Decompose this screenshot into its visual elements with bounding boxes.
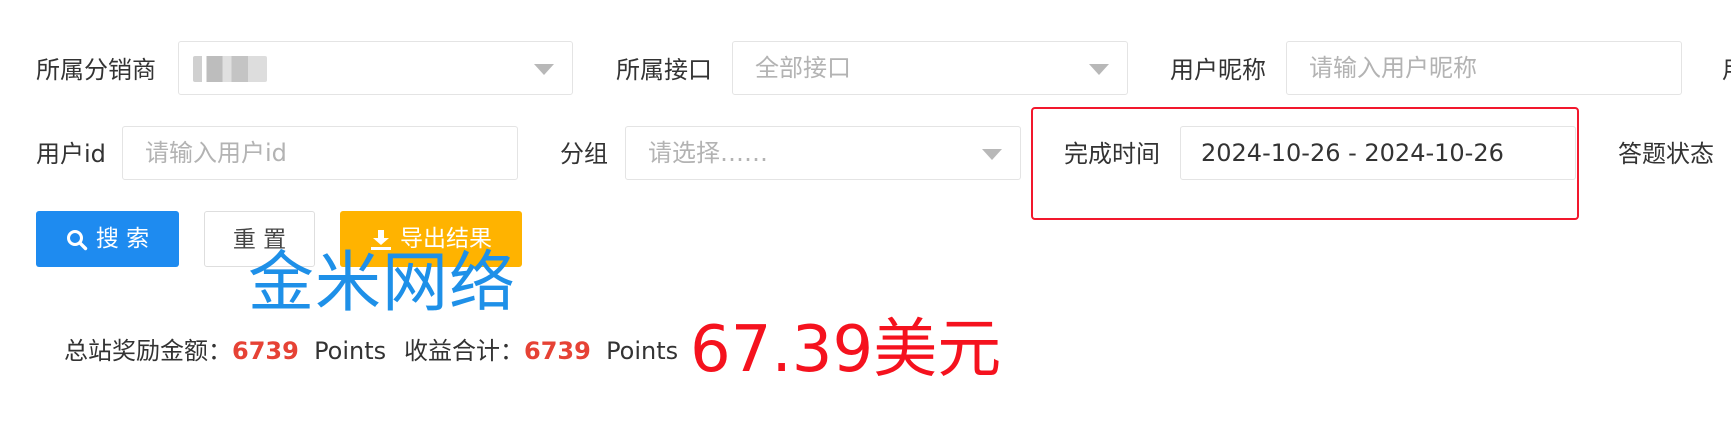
finish-time-range-input[interactable]: 2024-10-26 - 2024-10-26: [1180, 126, 1576, 180]
nickname-placeholder: 请输入用户昵称: [1309, 54, 1477, 82]
group-select[interactable]: 请选择……: [625, 126, 1021, 180]
interface-select-value: 全部接口: [755, 54, 851, 82]
chevron-down-icon: [982, 149, 1002, 160]
total-reward-value: 6739: [232, 337, 299, 365]
total-reward-unit: Points: [314, 337, 387, 365]
group-label: 分组: [560, 140, 608, 168]
chevron-down-icon: [1089, 64, 1109, 75]
blurred-value: [193, 56, 267, 82]
watermark-text: 金米网络: [248, 244, 516, 321]
user-id-placeholder: 请输入用户id: [145, 139, 287, 167]
answer-status-label: 答题状态: [1618, 140, 1714, 168]
search-button[interactable]: 搜 索: [36, 211, 179, 267]
finish-time-label: 完成时间: [1064, 140, 1160, 168]
interface-label: 所属接口: [616, 56, 712, 84]
user-id-label: 用户id: [36, 140, 106, 168]
total-reward-label: 总站奖励金额：: [64, 337, 232, 365]
search-icon: [66, 229, 88, 250]
income-value: 6739: [524, 337, 591, 365]
nickname-input[interactable]: 请输入用户昵称: [1286, 41, 1682, 95]
chevron-down-icon: [534, 64, 554, 75]
income-label: 收益合计：: [404, 337, 524, 365]
usd-amount: 67.39美元: [690, 313, 1002, 387]
nickname-label: 用户昵称: [1170, 56, 1266, 84]
search-button-label: 搜 索: [95, 226, 150, 252]
income-summary: 收益合计：6739 Points: [404, 336, 678, 366]
interface-select[interactable]: 全部接口: [732, 41, 1128, 95]
total-reward-summary: 总站奖励金额：6739 Points: [64, 336, 386, 366]
user-id-input[interactable]: 请输入用户id: [122, 126, 518, 180]
finish-time-value: 2024-10-26 - 2024-10-26: [1201, 139, 1504, 167]
income-unit: Points: [606, 337, 679, 365]
cutoff-label: 用: [1722, 55, 1731, 85]
group-placeholder: 请选择……: [648, 139, 768, 167]
distributor-select[interactable]: [178, 41, 573, 95]
distributor-label: 所属分销商: [36, 56, 156, 84]
